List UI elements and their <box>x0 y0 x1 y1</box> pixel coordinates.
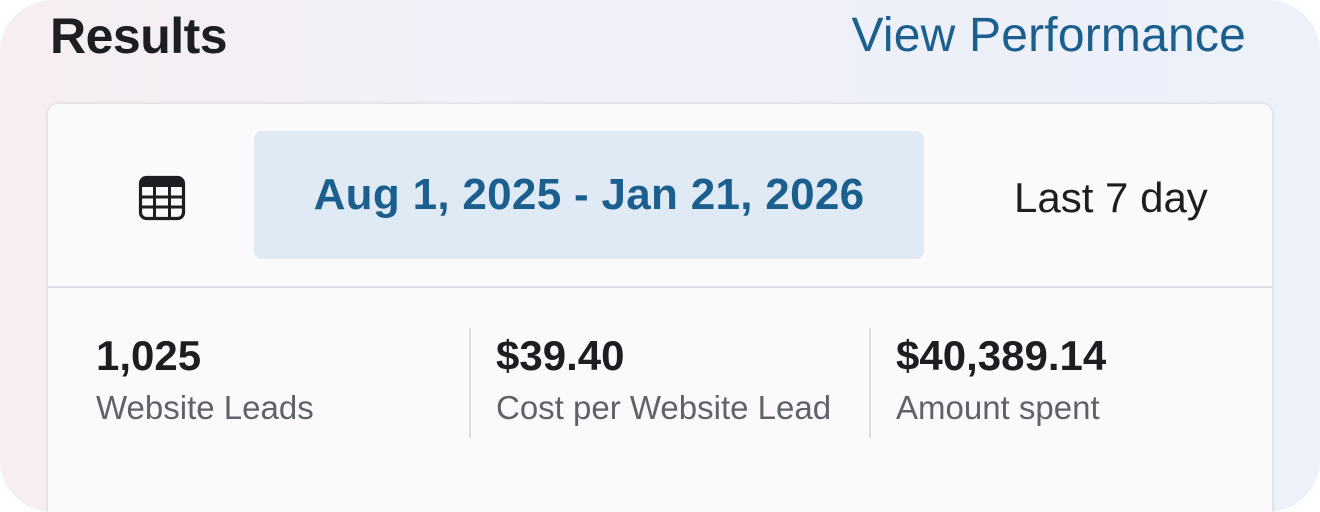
metrics-row: 1,025 Website Leads $39.40 Cost per Webs… <box>48 288 1272 512</box>
metric-amount-spent: $40,389.14 Amount spent <box>896 328 1106 430</box>
date-filter-row: Aug 1, 2025 - Jan 21, 2026 Last 7 day <box>48 104 1272 286</box>
view-performance-link[interactable]: View Performance <box>852 6 1247 66</box>
metric-cost-per-lead: $39.40 Cost per Website Lead <box>496 328 831 430</box>
results-title: Results <box>50 8 228 64</box>
metric-website-leads: 1,025 Website Leads <box>96 328 314 430</box>
metric-label: Cost per Website Lead <box>496 389 832 426</box>
results-widget: Results View Performance Aug 1, 2025 - J… <box>0 0 1320 512</box>
calendar-icon <box>138 175 186 221</box>
metric-divider <box>869 328 871 438</box>
metric-label: Amount spent <box>896 389 1100 426</box>
metric-divider <box>469 328 471 438</box>
calendar-button[interactable] <box>132 168 192 228</box>
metric-value: $40,389.14 <box>896 332 1107 379</box>
date-range-label: Aug 1, 2025 - Jan 21, 2026 <box>313 170 865 219</box>
metric-value: 1,025 <box>96 332 202 379</box>
results-card: Aug 1, 2025 - Jan 21, 2026 Last 7 day 1,… <box>48 104 1272 512</box>
results-header: Results View Performance <box>0 0 1320 100</box>
metric-value: $39.40 <box>496 332 625 379</box>
preset-last-7-days[interactable]: Last 7 day <box>1014 168 1208 228</box>
metric-label: Website Leads <box>96 389 314 426</box>
date-range-selector[interactable]: Aug 1, 2025 - Jan 21, 2026 <box>254 131 924 259</box>
